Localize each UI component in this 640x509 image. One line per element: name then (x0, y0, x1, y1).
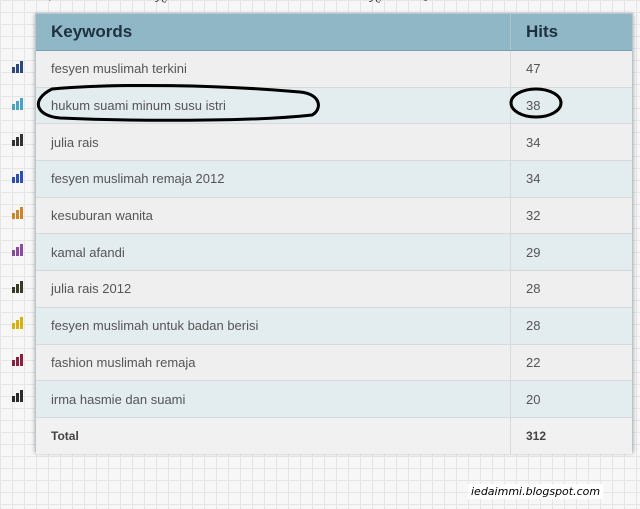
bar-chart-icon[interactable] (12, 207, 24, 220)
total-value: 312 (510, 416, 632, 454)
keywords-column-header[interactable]: Keywords (36, 14, 511, 51)
keyword-cell[interactable]: hukum suami minum susu istri (36, 86, 511, 124)
hits-cell: 29 (510, 233, 632, 271)
bar-chart-icon[interactable] (12, 353, 24, 366)
hits-cell: 28 (510, 306, 632, 344)
hits-cell: 38 (510, 86, 632, 124)
table-row: fashion muslimah remaja 22 (36, 343, 632, 381)
keyword-cell[interactable]: irma hasmie dan suami (36, 380, 511, 418)
keyword-cell[interactable]: julia rais (36, 123, 511, 161)
hits-cell: 28 (510, 270, 632, 308)
keyword-cell[interactable]: kesuburan wanita (36, 196, 511, 234)
hits-cell: 34 (510, 123, 632, 161)
bar-chart-icon[interactable] (12, 170, 24, 183)
table-row: kesuburan wanita 32 (36, 196, 632, 234)
cut-label: fesye (355, 0, 384, 6)
cut-off-top-labels: hu fesye h fesye fas fir (0, 0, 640, 6)
keyword-cell[interactable]: fashion muslimah remaja (36, 343, 511, 381)
hits-cell: 22 (510, 343, 632, 381)
keyword-cell[interactable]: fesyen muslimah terkini (36, 50, 511, 88)
keyword-cell[interactable]: kamal afandi (36, 233, 511, 271)
bar-chart-icon[interactable] (12, 97, 24, 110)
hits-cell: 47 (510, 50, 632, 88)
cut-label: hu (38, 0, 54, 4)
cut-label: fas (412, 0, 430, 4)
watermark-text: iedaimmi.blogspot.com (468, 484, 604, 499)
keyword-cell[interactable]: fesyen muslimah untuk badan berisi (36, 306, 511, 344)
table-row: hukum suami minum susu istri 38 (36, 86, 632, 124)
hits-cell: 20 (510, 380, 632, 418)
table-row: irma hasmie dan suami 20 (36, 380, 632, 418)
keyword-cell[interactable]: julia rais 2012 (36, 270, 511, 308)
keywords-table-panel: Keywords Hits fesyen muslimah terkini 47 h… (35, 13, 633, 454)
table-row: fesyen muslimah terkini 47 (36, 50, 632, 88)
cut-label: h (204, 0, 214, 3)
bar-chart-icon[interactable] (12, 390, 24, 403)
table-row: fesyen muslimah remaja 2012 34 (36, 160, 632, 198)
total-label: Total (36, 416, 511, 454)
table-total-row: Total 312 (36, 416, 632, 454)
table-row: fesyen muslimah untuk badan berisi 28 (36, 306, 632, 344)
bar-chart-icon[interactable] (12, 244, 24, 256)
bar-chart-icon[interactable] (12, 280, 24, 293)
table-row: kamal afandi 29 (36, 233, 632, 271)
keywords-table: Keywords Hits fesyen muslimah terkini 47 h… (36, 14, 632, 454)
keyword-cell[interactable]: fesyen muslimah remaja 2012 (36, 160, 511, 198)
hits-cell: 32 (510, 196, 632, 234)
cut-label: fir (464, 0, 477, 3)
hits-column-header[interactable]: Hits (510, 14, 632, 51)
hits-cell: 34 (510, 160, 632, 198)
bar-chart-icon[interactable] (12, 317, 24, 330)
cut-label: fesye (141, 0, 170, 6)
table-row: julia rais 2012 28 (36, 270, 632, 308)
table-header-row: Keywords Hits (36, 14, 632, 51)
table-row: julia rais 34 (36, 123, 632, 161)
bar-chart-icon[interactable] (12, 61, 24, 73)
bar-chart-icon[interactable] (12, 134, 24, 147)
